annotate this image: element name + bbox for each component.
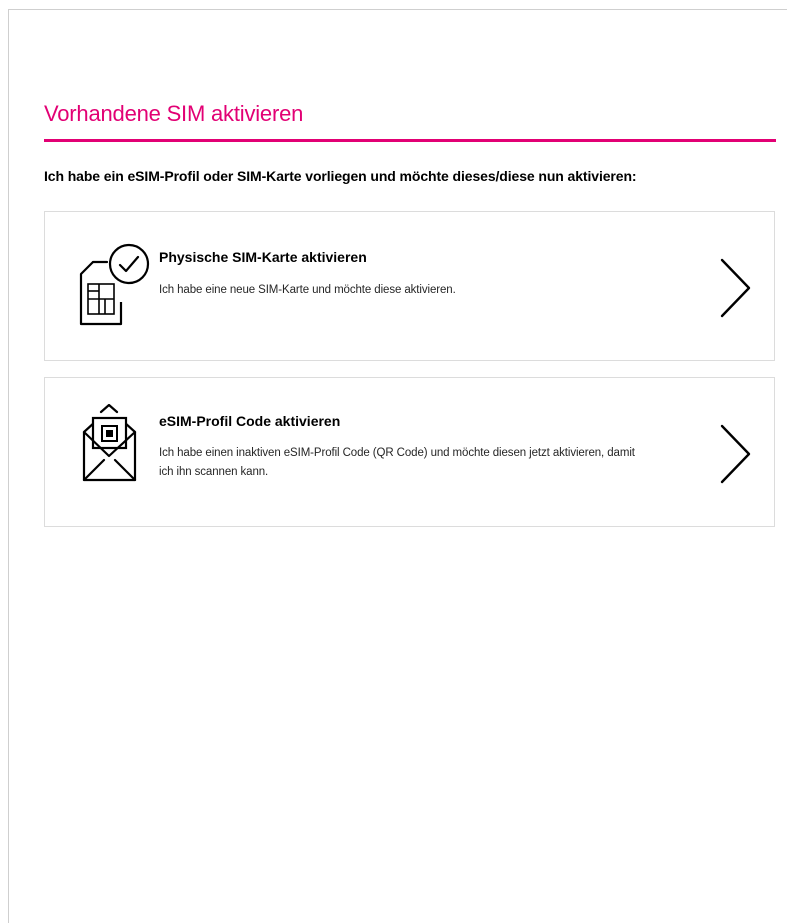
esim-code-activation-card[interactable]: eSIM-Profil Code aktivieren Ich habe ein… [44, 377, 775, 527]
card-description: Ich habe einen inaktiven eSIM-Profil Cod… [159, 447, 635, 478]
card-heading: Physische SIM-Karte aktivieren [159, 249, 367, 265]
intro-text: Ich habe ein eSIM-Profil oder SIM-Karte … [44, 168, 637, 184]
card-description: Ich habe eine neue SIM-Karte und möchte … [159, 284, 456, 296]
card-heading: eSIM-Profil Code aktivieren [159, 413, 341, 429]
physical-sim-activation-card[interactable]: Physische SIM-Karte aktivieren Ich habe … [44, 211, 775, 361]
page-title: Vorhandene SIM aktivieren [44, 101, 304, 126]
envelope-qr-code-icon [82, 404, 137, 482]
chevron-right-icon[interactable] [715, 422, 755, 486]
sim-card-check-icon [79, 243, 150, 326]
title-divider [44, 139, 776, 142]
chevron-right-icon[interactable] [715, 256, 755, 320]
